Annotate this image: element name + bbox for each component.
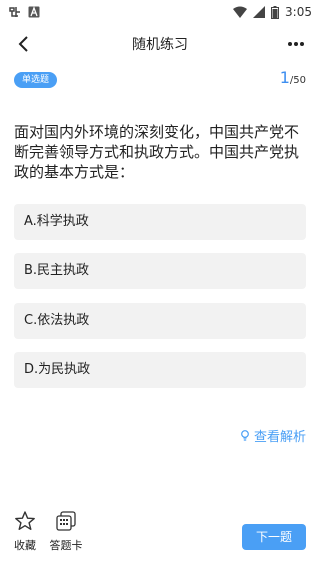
option-c[interactable]: C.依法执政 — [14, 303, 306, 339]
wifi-icon — [233, 6, 248, 18]
view-explanation-label: 查看解析 — [253, 430, 306, 445]
favorite-button[interactable]: 收藏 — [5, 510, 45, 553]
status-right: 3:05 — [233, 5, 312, 19]
signal-icon — [253, 6, 266, 18]
question-text: 面对国内外环境的深刻变化，中国共产党不断完善领导方式和执政方式。中国共产党执政的… — [14, 123, 300, 181]
notification-app-icon — [9, 7, 20, 17]
battery-icon — [271, 5, 280, 19]
status-time: 3:05 — [285, 5, 312, 19]
favorite-label: 收藏 — [14, 539, 36, 552]
question-counter: 1/50 — [280, 68, 306, 87]
option-b[interactable]: B.民主执政 — [14, 253, 306, 289]
page-title: 随机练习 — [132, 37, 188, 53]
more-button[interactable] — [284, 32, 308, 56]
next-question-button[interactable]: 下一题 — [242, 524, 306, 550]
chevron-left-icon — [18, 36, 28, 52]
answer-card-button[interactable]: 答题卡 — [46, 510, 86, 553]
status-bar: 3:05 — [0, 0, 320, 24]
view-explanation-link[interactable]: 查看解析 — [240, 426, 306, 445]
more-dots-icon — [288, 42, 304, 46]
option-d[interactable]: D.为民执政 — [14, 352, 306, 388]
back-button[interactable] — [12, 32, 36, 56]
star-icon — [15, 511, 35, 530]
question-header: 单选题 1/50 — [0, 68, 320, 92]
option-a[interactable]: A.科学执政 — [14, 204, 306, 240]
lightbulb-icon — [241, 429, 249, 441]
bottom-toolbar: 收藏 答题卡 下一题 — [0, 510, 320, 560]
total-questions: /50 — [289, 75, 306, 86]
letter-a-icon — [28, 6, 40, 18]
app-bar: 随机练习 — [0, 24, 320, 64]
question-type-badge: 单选题 — [14, 72, 58, 88]
answer-card-label: 答题卡 — [49, 539, 83, 552]
status-left — [8, 5, 40, 19]
answer-card-icon — [56, 511, 76, 531]
current-question-number: 1 — [279, 68, 290, 87]
